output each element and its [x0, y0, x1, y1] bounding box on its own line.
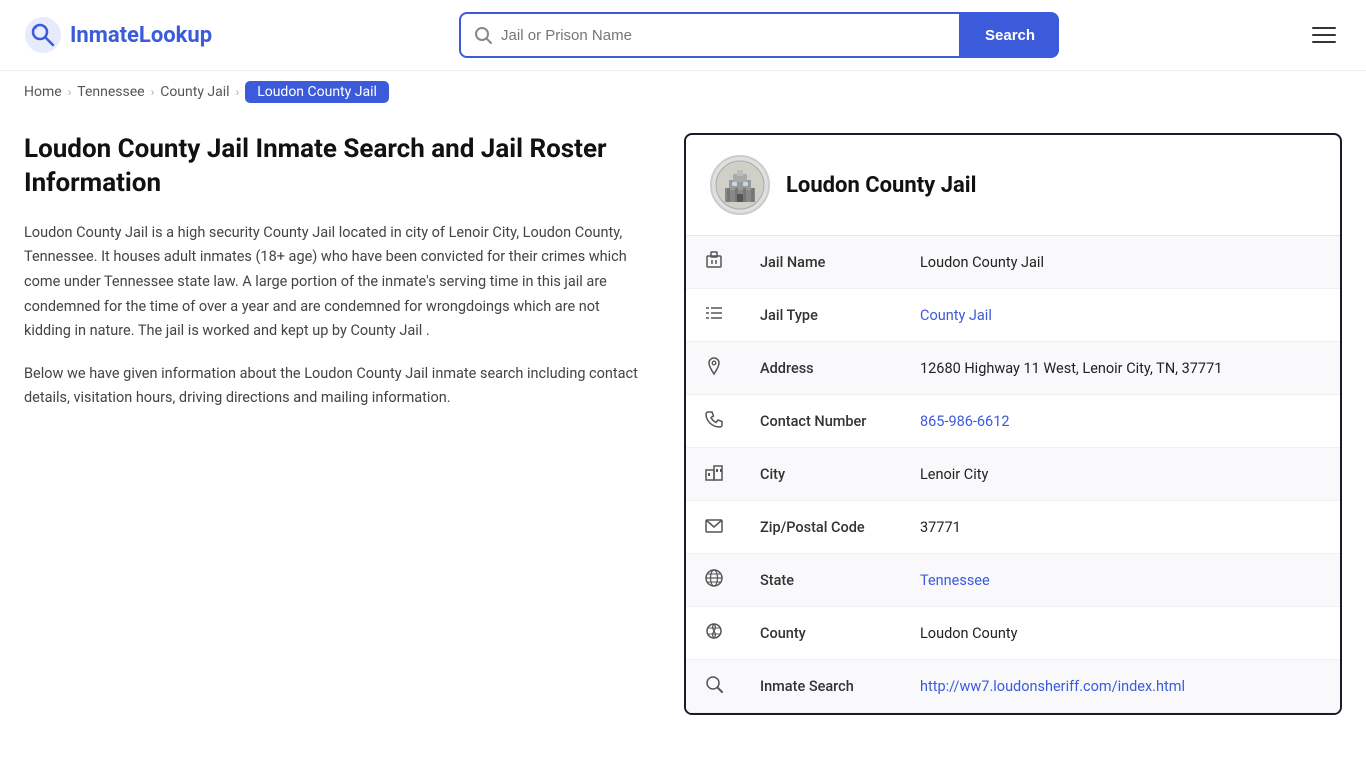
- search-input[interactable]: [501, 27, 947, 44]
- jail-avatar: [710, 155, 770, 215]
- row-value: http://ww7.loudonsheriff.com/index.html: [902, 660, 1340, 713]
- breadcrumb-county-jail[interactable]: County Jail: [160, 84, 229, 100]
- table-row: Jail NameLoudon County Jail: [686, 236, 1340, 289]
- search-button[interactable]: Search: [961, 12, 1059, 58]
- card-jail-name: Loudon County Jail: [786, 173, 976, 198]
- row-value-link[interactable]: 865-986-6612: [920, 413, 1010, 430]
- breadcrumb-home[interactable]: Home: [24, 84, 62, 100]
- table-row: State Tennessee: [686, 554, 1340, 607]
- row-value-link[interactable]: http://ww7.loudonsheriff.com/index.html: [920, 678, 1185, 695]
- row-value: 12680 Highway 11 West, Lenoir City, TN, …: [902, 342, 1340, 395]
- row-value: Loudon County: [902, 607, 1340, 660]
- chevron-icon-2: ›: [151, 85, 155, 99]
- row-label: State: [742, 554, 902, 607]
- site-header: InmateLookup Search: [0, 0, 1366, 71]
- breadcrumb: Home › Tennessee › County Jail › Loudon …: [0, 71, 1366, 113]
- table-row: Contact Number 865-986-6612: [686, 395, 1340, 448]
- row-value: 865-986-6612: [902, 395, 1340, 448]
- row-icon-cell: [686, 554, 742, 607]
- description-1: Loudon County Jail is a high security Co…: [24, 221, 644, 344]
- row-value: Loudon County Jail: [902, 236, 1340, 289]
- row-icon-cell: [686, 501, 742, 554]
- row-label: Jail Type: [742, 289, 902, 342]
- row-label: City: [742, 448, 902, 501]
- hamburger-line1: [1312, 27, 1336, 29]
- page-title: Loudon County Jail Inmate Search and Jai…: [24, 133, 644, 201]
- main-content: Loudon County Jail Inmate Search and Jai…: [0, 113, 1366, 755]
- hamburger-line3: [1312, 41, 1336, 43]
- search-area: Search: [459, 12, 1059, 58]
- description-2: Below we have given information about th…: [24, 362, 644, 411]
- logo-text: InmateLookup: [70, 23, 212, 48]
- logo-name-rest: Lookup: [139, 23, 212, 48]
- row-icon-cell: [686, 607, 742, 660]
- breadcrumb-active: Loudon County Jail: [245, 81, 389, 103]
- row-label: Address: [742, 342, 902, 395]
- table-row: Address12680 Highway 11 West, Lenoir Cit…: [686, 342, 1340, 395]
- hamburger-line2: [1312, 34, 1336, 36]
- logo-icon: [24, 16, 62, 54]
- card-header: Loudon County Jail: [686, 135, 1340, 236]
- logo-link[interactable]: InmateLookup: [24, 16, 212, 54]
- logo-accent: Inmate: [70, 23, 139, 48]
- jail-info-card: Loudon County Jail Jail NameLoudon Count…: [684, 133, 1342, 715]
- info-table: Jail NameLoudon County JailJail Type Coun…: [686, 236, 1340, 713]
- row-icon-cell: [686, 448, 742, 501]
- row-value: 37771: [902, 501, 1340, 554]
- row-icon-cell: [686, 289, 742, 342]
- row-value: County Jail: [902, 289, 1340, 342]
- table-row: CountyLoudon County: [686, 607, 1340, 660]
- breadcrumb-tennessee[interactable]: Tennessee: [77, 84, 144, 100]
- table-row: CityLenoir City: [686, 448, 1340, 501]
- chevron-icon: ›: [68, 85, 72, 99]
- row-label: County: [742, 607, 902, 660]
- row-label: Zip/Postal Code: [742, 501, 902, 554]
- row-label: Inmate Search: [742, 660, 902, 713]
- search-icon: [473, 25, 493, 45]
- menu-button[interactable]: [1306, 21, 1342, 49]
- row-value-link[interactable]: County Jail: [920, 307, 992, 324]
- row-icon-cell: [686, 660, 742, 713]
- chevron-icon-3: ›: [236, 85, 240, 99]
- table-row: Jail Type County Jail: [686, 289, 1340, 342]
- jail-building-icon: [715, 160, 765, 210]
- search-wrapper: [459, 12, 961, 58]
- row-label: Contact Number: [742, 395, 902, 448]
- row-icon-cell: [686, 395, 742, 448]
- row-label: Jail Name: [742, 236, 902, 289]
- row-value: Tennessee: [902, 554, 1340, 607]
- row-value: Lenoir City: [902, 448, 1340, 501]
- left-panel: Loudon County Jail Inmate Search and Jai…: [24, 133, 684, 715]
- row-value-link[interactable]: Tennessee: [920, 572, 990, 589]
- row-icon-cell: [686, 236, 742, 289]
- table-row: Inmate Search http://ww7.loudonsheriff.co…: [686, 660, 1340, 713]
- table-row: Zip/Postal Code37771: [686, 501, 1340, 554]
- row-icon-cell: [686, 342, 742, 395]
